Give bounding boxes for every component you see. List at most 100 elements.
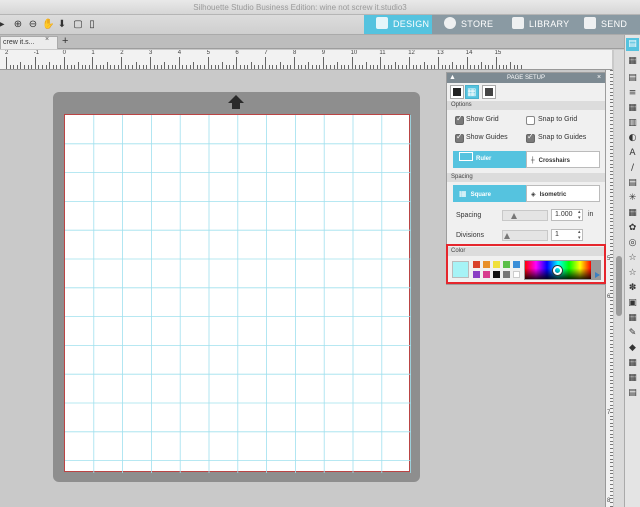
ruler-tick (610, 134, 613, 136)
divisions-stepper[interactable]: ▴ ▾ (578, 229, 581, 241)
nav-library[interactable]: LIBRARY (500, 15, 572, 34)
crosshairs-button[interactable]: ┼ Crosshairs (526, 151, 600, 168)
ruler-tick (610, 394, 613, 395)
grid-lines (65, 115, 411, 473)
zoom-out-icon[interactable]: ⊖ (27, 18, 39, 31)
show-guides-checkbox[interactable] (455, 132, 464, 143)
ruler-tick (56, 65, 58, 69)
add-tab-button[interactable]: + (62, 35, 68, 48)
ruler-tick (610, 286, 613, 287)
ruler-tick (610, 131, 613, 133)
ruler-tick (610, 242, 613, 244)
replicate-icon[interactable]: ✳ (626, 192, 639, 205)
ruler-label: 11 (379, 50, 386, 56)
trace-icon[interactable]: ▣ (626, 297, 639, 310)
ruler-tick (610, 203, 613, 205)
toolbar-edge-icon[interactable]: ▸ (0, 18, 8, 31)
zoom-in-icon[interactable]: ⊕ (12, 18, 24, 31)
star-outline-icon[interactable]: ☆ (626, 267, 639, 280)
library-panel-icon[interactable]: ▤ (626, 72, 639, 85)
ruler-tick (456, 65, 457, 69)
fit-icon[interactable]: ▢ (72, 18, 84, 31)
modify-icon[interactable]: ✿ (626, 222, 639, 235)
gradient-icon[interactable]: ▥ (626, 117, 639, 130)
knife-icon[interactable]: ✎ (626, 327, 639, 340)
ruler-tick (610, 455, 613, 457)
pan-icon[interactable]: ✋ (42, 18, 54, 31)
ruler-tick (610, 84, 613, 86)
page-setup-icon[interactable]: ▤ (626, 38, 639, 51)
fill-icon[interactable]: ▦ (626, 102, 639, 115)
nav-send[interactable]: SEND (572, 15, 640, 34)
ruler-tick (610, 466, 613, 467)
ruler-tick (610, 379, 613, 381)
ruler-tick (200, 65, 202, 69)
show-grid-checkbox[interactable] (455, 114, 464, 125)
ruler-button[interactable]: Ruler (453, 151, 526, 168)
map-icon[interactable]: ▦ (626, 357, 639, 370)
color-section-highlight (446, 244, 606, 284)
ruler-tick (610, 502, 613, 503)
ruler-tick (70, 65, 72, 69)
flower-icon[interactable]: ✽ (626, 282, 639, 295)
ruler-tick (610, 214, 613, 215)
collapse-icon[interactable]: ▲ (449, 73, 456, 83)
ruler-tick (398, 65, 400, 69)
ruler-tick (204, 65, 205, 69)
ruler-tick (387, 65, 389, 69)
window-title: Silhouette Studio Business Edition: wine… (193, 3, 407, 12)
ruler-tick (610, 311, 613, 313)
move-down-icon[interactable]: ⬇ (56, 18, 68, 31)
ruler-tick (610, 91, 613, 93)
square-grid-button[interactable]: ▦ Square (453, 185, 526, 202)
page-icon[interactable]: ▯ (86, 18, 98, 31)
nav-design[interactable]: DESIGN (364, 15, 432, 34)
text-style-icon[interactable]: A (626, 147, 639, 160)
transparency-tab[interactable] (482, 85, 496, 99)
slider-knob[interactable] (511, 213, 517, 219)
ruler-tick (517, 65, 519, 69)
ruler-icon (459, 152, 473, 161)
ruler-tick (49, 62, 51, 69)
close-panel-icon[interactable]: × (597, 73, 601, 83)
ruler-tick (304, 65, 306, 69)
grid-tab[interactable]: ▦ (465, 85, 479, 99)
ruler-tick (373, 65, 375, 69)
drawing-area-tab[interactable] (450, 85, 464, 99)
transparency-icon[interactable]: ◐ (626, 132, 639, 145)
ruler-tick (488, 65, 490, 69)
font-panel-icon[interactable]: ▤ (626, 387, 639, 400)
sketch-icon[interactable]: ∕ (626, 162, 639, 175)
eraser-icon[interactable]: ◆ (626, 342, 639, 355)
slider-knob[interactable] (504, 233, 510, 239)
align-icon[interactable]: ▤ (626, 177, 639, 190)
spacing-stepper[interactable]: ▴ ▾ (578, 209, 581, 221)
ruler-tick (610, 142, 613, 143)
ruler-tick (290, 65, 292, 69)
star-icon[interactable]: ☆ (626, 252, 639, 265)
document-tab[interactable]: crew it.s... (0, 36, 58, 49)
send-panel-icon[interactable]: ▦ (626, 55, 639, 68)
cutting-area-grid[interactable] (64, 114, 411, 473)
ruler-tick (610, 232, 613, 233)
isometric-grid-button[interactable]: ◈ Isometric (526, 185, 600, 202)
ruler-label: 8 (293, 50, 297, 56)
line-style-icon[interactable]: ≡ (626, 87, 639, 100)
tab-close-icon[interactable]: × (45, 36, 49, 43)
nesting-icon[interactable]: ▦ (626, 312, 639, 325)
grid-panel-icon[interactable]: ▦ (626, 372, 639, 385)
ruler-label: 13 (437, 50, 444, 56)
spacing-slider[interactable] (502, 210, 548, 221)
snap-to-grid-checkbox[interactable] (526, 116, 535, 125)
offset-icon[interactable]: ◎ (626, 237, 639, 250)
ruler-tick (610, 307, 613, 309)
divisions-slider[interactable] (502, 230, 548, 241)
ruler-tick (13, 65, 15, 69)
scrollbar-thumb[interactable] (616, 256, 622, 316)
ruler-tick (610, 433, 613, 435)
snap-to-guides-checkbox[interactable] (526, 132, 535, 143)
nav-store[interactable]: STORE (432, 15, 500, 34)
ruler-tick (294, 57, 295, 69)
ruler-tick (326, 65, 328, 69)
transform-icon[interactable]: ▦ (626, 207, 639, 220)
